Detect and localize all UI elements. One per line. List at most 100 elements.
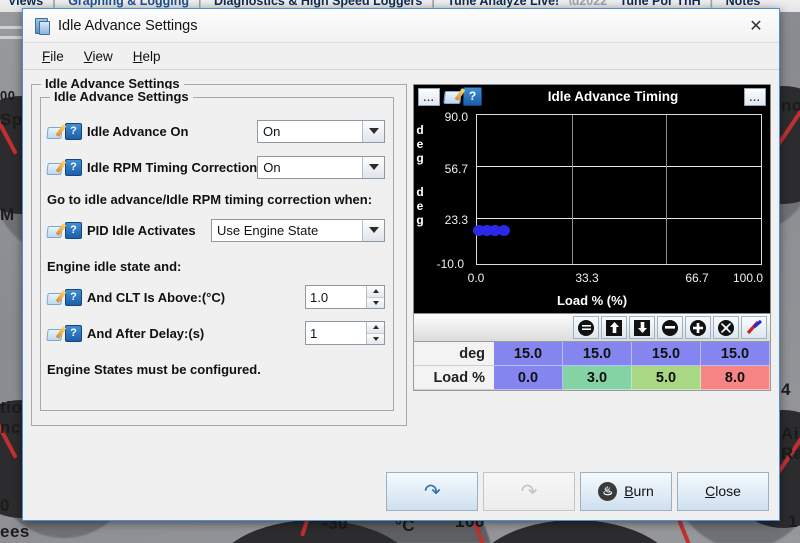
pencil-icon[interactable] (46, 325, 67, 341)
table-cell[interactable]: 3.0 (563, 366, 632, 390)
decrease-button[interactable] (629, 316, 655, 339)
spinner-after-delay-value[interactable]: 1 (306, 322, 366, 344)
menu-help-label: elp (142, 48, 161, 64)
pencil-icon[interactable] (443, 88, 466, 105)
note-engine-idle-state: Engine idle state and: (47, 259, 182, 274)
gridline-v (666, 115, 668, 264)
table-cell[interactable]: 15.0 (563, 342, 632, 366)
interpolate-button[interactable] (741, 316, 767, 339)
x-tick-0: 0.0 (467, 271, 485, 285)
y-axis-label-char: e (416, 137, 424, 151)
increase-button[interactable] (601, 316, 627, 339)
spinner-clt-above[interactable]: 1.0 (305, 285, 385, 309)
combo-idle-rpm-timing[interactable]: On (257, 155, 385, 179)
note-go-to-idle: Go to idle advance/Idle RPM timing corre… (47, 192, 373, 207)
menu-file[interactable]: File (33, 47, 73, 66)
bg-menu-graphing: Graphing & Logging (68, 0, 190, 8)
pencil-icon[interactable] (46, 159, 67, 175)
y-tick-90: 90.0 (444, 110, 468, 124)
gridline-h (477, 218, 761, 219)
table-empty-space (413, 391, 771, 468)
help-icon[interactable]: ? (65, 122, 82, 140)
pencil-icon[interactable] (46, 123, 67, 139)
idle-advance-data-table: deg 15.0 15.0 15.0 15.0 Load % 0.0 3.0 5… (413, 342, 771, 391)
inner-group-legend: Idle Advance Settings (50, 89, 193, 104)
row-header-deg: deg (414, 342, 494, 366)
idle-advance-timing-chart: ... ? Idle Advance Timing ... 90.0 56.7 … (413, 84, 771, 314)
spinner-down-icon[interactable] (367, 333, 384, 344)
spinner-up-icon[interactable] (367, 322, 384, 334)
burn-button[interactable]: ♨ Burn (580, 471, 672, 511)
y-tick-56: 56.7 (444, 162, 468, 176)
combo-pid-idle-activates-value: Use Engine State (217, 222, 319, 238)
y-tick-neg10: -10.0 (436, 257, 464, 271)
set-equal-button[interactable] (573, 316, 599, 339)
combo-idle-rpm-timing-value: On (263, 159, 281, 175)
pencil-icon[interactable] (46, 289, 67, 305)
spinner-up-icon[interactable] (367, 286, 384, 298)
redo-arrow-icon: ↷ (520, 480, 538, 503)
chevron-down-icon[interactable] (362, 156, 384, 178)
table-cell[interactable]: 5.0 (632, 366, 701, 390)
idle-advance-settings-dialog: Idle Advance Settings ✕ File View Help I… (22, 8, 780, 521)
y-axis-label-char: e (416, 199, 424, 213)
dialog-titlebar: Idle Advance Settings ✕ (23, 9, 779, 43)
help-icon[interactable]: ? (65, 158, 82, 176)
field-row-idle-advance-on: ? Idle Advance On On (46, 116, 393, 146)
spinner-down-icon[interactable] (367, 297, 384, 308)
spinner-buttons (366, 322, 384, 344)
chart-right-dots: ... (749, 92, 761, 104)
chevron-down-icon[interactable] (362, 120, 384, 142)
idle-advance-outer-group: Idle Advance Settings Idle Advance Setti… (31, 76, 407, 426)
y-axis-label-char: g (416, 213, 424, 227)
flame-icon: ♨ (598, 481, 618, 501)
combo-idle-advance-on[interactable]: On (257, 119, 385, 143)
combo-idle-advance-on-value: On (263, 123, 281, 139)
bg-menu-diagnostics: Diagnostics & High Speed Loggers (214, 0, 423, 8)
subtract-button[interactable] (657, 316, 683, 339)
label-clt-above: And CLT Is Above:(°C) (87, 289, 226, 305)
chart-right-options-button[interactable]: ... (744, 87, 766, 106)
undo-arrow-icon: ↶ (423, 480, 441, 503)
table-cell[interactable]: 15.0 (632, 342, 701, 366)
y-tick-23: 23.3 (444, 213, 468, 227)
field-row-clt-above: ? And CLT Is Above:(°C) 1.0 (46, 282, 393, 312)
table-cell[interactable]: 15.0 (494, 342, 563, 366)
table-cell[interactable]: 8.0 (701, 366, 770, 390)
row-icons: ? (46, 288, 82, 306)
spinner-after-delay[interactable]: 1 (305, 321, 385, 345)
chart-left-dots: ... (423, 92, 435, 104)
menu-view[interactable]: View (75, 47, 122, 66)
table-cell[interactable]: 0.0 (494, 366, 563, 390)
multiply-button[interactable] (713, 316, 739, 339)
table-cell[interactable]: 15.0 (701, 342, 770, 366)
add-button[interactable] (685, 316, 711, 339)
close-button[interactable]: Close (677, 471, 769, 511)
close-icon[interactable]: ✕ (741, 14, 771, 38)
bg-menu-tune-analyze: Tune Analyze Live! (447, 0, 560, 8)
menu-help[interactable]: Help (124, 47, 170, 66)
spinner-clt-above-value[interactable]: 1.0 (306, 286, 366, 308)
row-icons: ? (46, 221, 82, 239)
idle-advance-inner-group: Idle Advance Settings ? Idle Advance On … (40, 89, 394, 411)
note-engine-states: Engine States must be configured. (47, 362, 261, 377)
combo-pid-idle-activates[interactable]: Use Engine State (211, 218, 385, 242)
help-icon[interactable]: ? (65, 324, 82, 342)
burn-button-label: Burn (624, 483, 654, 499)
field-row-idle-rpm-timing: ? Idle RPM Timing Correction On (46, 152, 393, 182)
chevron-down-icon[interactable] (362, 219, 384, 241)
app-icon (33, 17, 50, 35)
bg-menu-notes: Notes (725, 0, 761, 8)
undo-button[interactable]: ↶ (386, 471, 478, 511)
label-idle-rpm-timing: Idle RPM Timing Correction (87, 159, 258, 175)
help-icon[interactable]: ? (65, 288, 82, 306)
chart-topbar: ... ? Idle Advance Timing ... (414, 85, 770, 108)
data-point[interactable] (498, 225, 510, 236)
row-icons: ? (46, 122, 82, 140)
pencil-icon[interactable] (46, 222, 67, 238)
chart-left-options-button[interactable]: ... (418, 87, 440, 106)
dialog-menubar: File View Help (23, 43, 779, 70)
chart-title: Idle Advance Timing (547, 89, 679, 104)
help-icon[interactable]: ? (463, 87, 482, 106)
help-icon[interactable]: ? (65, 221, 82, 239)
